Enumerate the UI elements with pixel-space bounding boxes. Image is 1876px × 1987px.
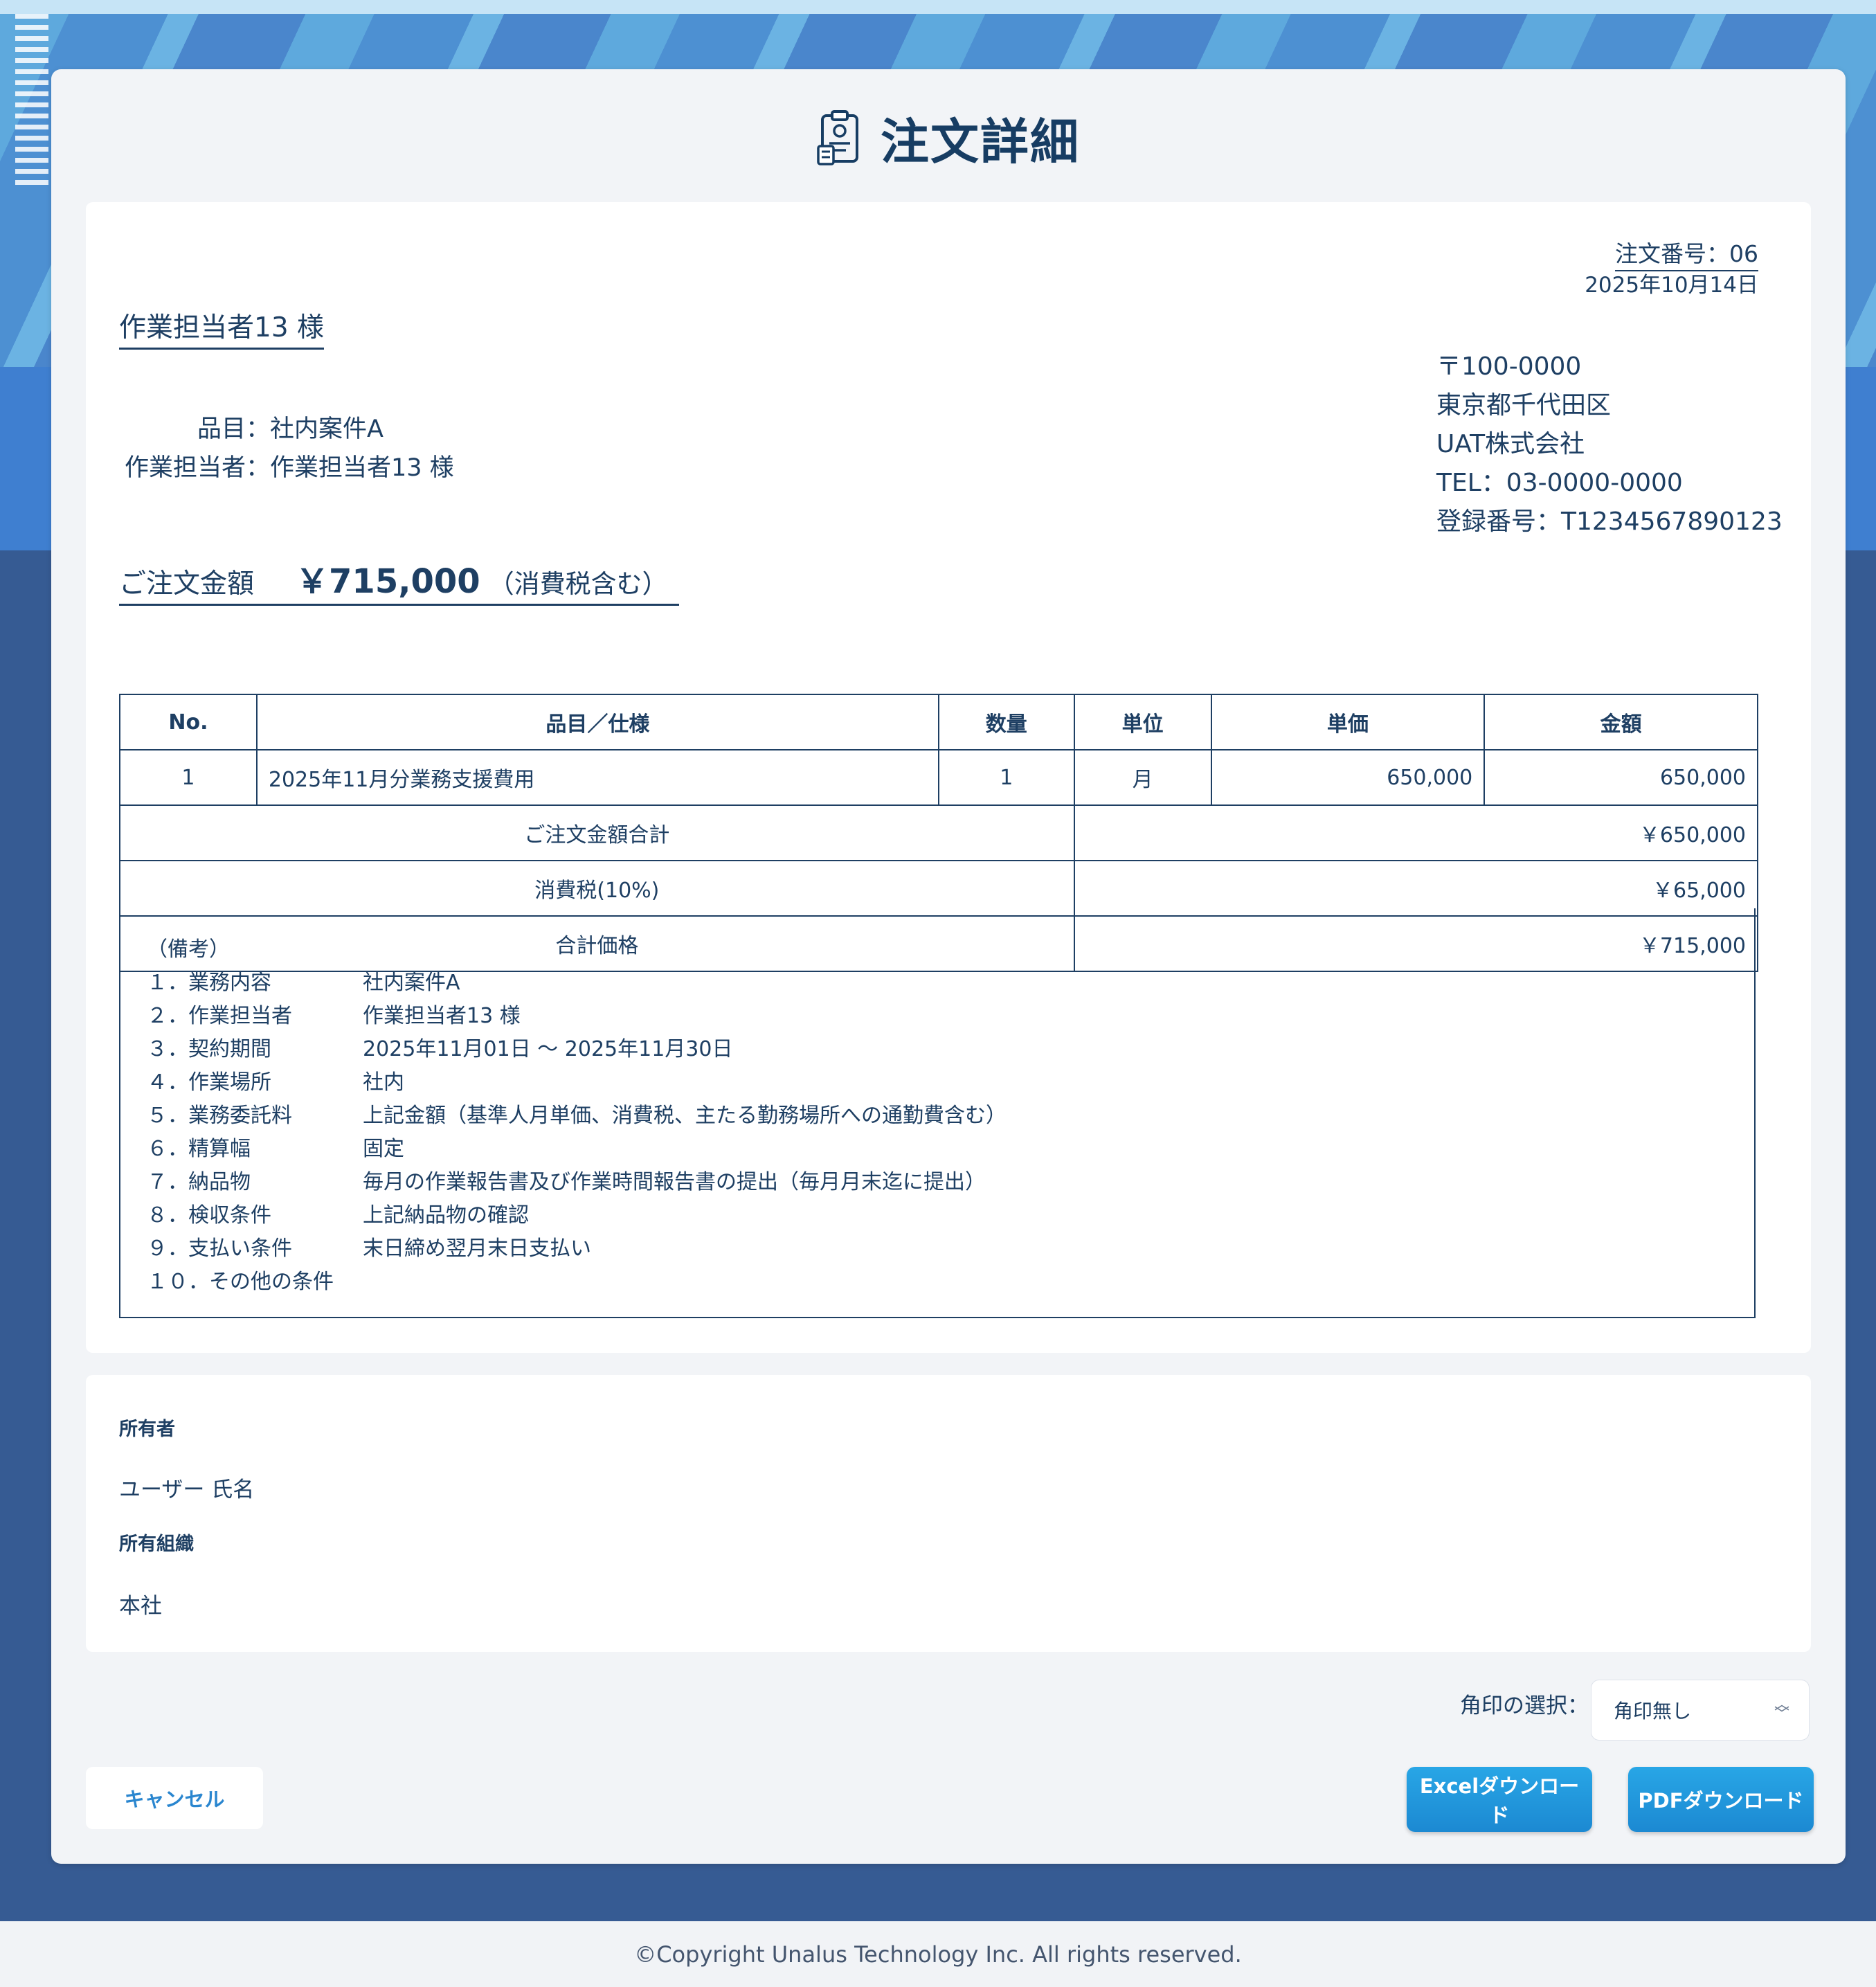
remark-key: ６．精算幅 — [147, 1137, 251, 1161]
remark-row: ７．納品物 毎月の作業報告書及び作業時間報告書の提出（毎月月末迄に提出） — [147, 1166, 1754, 1199]
order-detail-card: 注文詳細 注文番号：06 2025年10月14日 作業担当者13 様 品目： 社… — [51, 69, 1846, 1864]
sender-registration-number: 登録番号：T1234567890123 — [1436, 507, 1783, 536]
page-title: 注文詳細 — [881, 113, 1080, 170]
remark-key: ７．納品物 — [147, 1170, 251, 1194]
remarks-title: （備考） — [147, 937, 230, 962]
copyright-text: ©Copyright Unalus Technology Inc. All ri… — [634, 1941, 1242, 1968]
sender-address: 東京都千代田区 — [1436, 391, 1612, 420]
sender-tel: TEL：03-0000-0000 — [1436, 469, 1683, 497]
column-header-unit-price: 単価 — [1210, 694, 1486, 750]
column-header-item: 品目／仕様 — [255, 694, 939, 750]
remark-value: 固定 — [363, 1137, 404, 1161]
stamp-select-label: 角印の選択： — [1460, 1693, 1589, 1718]
remarks-box: （備考） １．業務内容 社内案件A ２．作業担当者 作業担当者13 様 ３．契約期間… — [119, 908, 1756, 1318]
worker-label: 作業担当者： — [124, 454, 270, 482]
cell-quantity: 1 — [937, 749, 1075, 806]
remark-value: 毎月の作業報告書及び作業時間報告書の提出（毎月月末迄に提出） — [363, 1170, 986, 1194]
remark-key: ３．契約期間 — [147, 1037, 271, 1061]
remark-key: １．業務内容 — [147, 971, 271, 995]
up-down-chevron-icon: ︿ ﹀ — [1774, 1696, 1789, 1723]
cell-amount: 650,000 — [1483, 749, 1758, 806]
cell-unit: 月 — [1073, 749, 1212, 806]
remark-row: ５．業務委託料 上記金額（基準人月単価、消費税、主たる勤務場所への通勤費含む） — [147, 1099, 1754, 1133]
remark-row: １０．その他の条件 — [147, 1266, 1754, 1299]
pdf-download-button[interactable]: PDFダウンロード — [1628, 1767, 1814, 1832]
cell-item: 2025年11月分業務支援費用 — [255, 749, 939, 806]
remark-value: 社内案件A — [363, 971, 460, 995]
cancel-button[interactable]: キャンセル — [86, 1767, 263, 1829]
tax-row: 消費税(10%) ￥65,000 — [119, 860, 1759, 917]
amount-value: ￥715,000 — [296, 562, 480, 601]
sender-company: UAT株式会社 — [1436, 430, 1585, 458]
amount-note: （消費税含む） — [488, 569, 668, 599]
remark-value: 2025年11月01日 ～ 2025年11月30日 — [363, 1037, 733, 1061]
remark-key: ４．作業場所 — [147, 1070, 271, 1095]
order-document: 注文番号：06 2025年10月14日 作業担当者13 様 品目： 社内案件A … — [86, 202, 1811, 1353]
subtotal-label: ご注文金額合計 — [119, 804, 1075, 861]
owner-panel: 所有者 ユーザー 氏名 所有組織 本社 — [86, 1375, 1811, 1652]
remark-row: ８．検収条件 上記納品物の確認 — [147, 1199, 1754, 1232]
remark-row: ３．契約期間 2025年11月01日 ～ 2025年11月30日 — [147, 1033, 1754, 1066]
remark-key: ５．業務委託料 — [147, 1104, 292, 1128]
owner-label: 所有者 — [119, 1419, 175, 1440]
order-meta: 品目： 社内案件A 作業担当者： 作業担当者13 様 — [119, 410, 454, 487]
order-amount: ご注文金額 ￥715,000 （消費税含む） — [119, 554, 679, 606]
remark-row: ９．支払い条件 末日締め翌月末日支払い — [147, 1232, 1754, 1266]
item-value: 社内案件A — [270, 415, 384, 443]
tax-label: 消費税(10%) — [119, 860, 1075, 917]
cell-no: 1 — [119, 749, 258, 806]
remark-value: 上記金額（基準人月単価、消費税、主たる勤務場所への通勤費含む） — [363, 1104, 1007, 1128]
footer: ©Copyright Unalus Technology Inc. All ri… — [0, 1921, 1876, 1987]
owner-value: ユーザー 氏名 — [119, 1477, 255, 1502]
remark-key: ２．作業担当者 — [147, 1004, 292, 1028]
sender-info: 〒100-0000 東京都千代田区 UAT株式会社 TEL：03-0000-00… — [1436, 348, 1783, 541]
remark-value: 作業担当者13 様 — [363, 1004, 521, 1028]
table-header-row: No. 品目／仕様 数量 単位 単価 金額 — [119, 694, 1758, 750]
stamp-selected-value: 角印無し — [1614, 1700, 1692, 1723]
remark-value: 末日締め翌月末日支払い — [363, 1237, 591, 1261]
remark-key: ９．支払い条件 — [147, 1237, 292, 1261]
organization-label: 所有組織 — [119, 1534, 194, 1555]
remark-value: 社内 — [363, 1070, 404, 1095]
item-label: 品目： — [197, 415, 270, 443]
order-date: 2025年10月14日 — [1585, 273, 1758, 298]
organization-value: 本社 — [119, 1594, 162, 1619]
recipient-name: 作業担当者13 様 — [119, 306, 325, 350]
remark-key: ８．検収条件 — [147, 1203, 271, 1228]
tax-value: ￥65,000 — [1073, 860, 1759, 917]
decorative-lines — [15, 14, 48, 191]
worker-value: 作業担当者13 様 — [270, 454, 454, 482]
page-header: 注文詳細 — [51, 100, 1846, 176]
sender-postal: 〒100-0000 — [1436, 352, 1582, 381]
remark-row: ２．作業担当者 作業担当者13 様 — [147, 1000, 1754, 1033]
order-number: 注文番号：06 — [1615, 235, 1758, 271]
remark-key: １０．その他の条件 — [147, 1270, 334, 1294]
remark-row: ６．精算幅 固定 — [147, 1133, 1754, 1166]
subtotal-row: ご注文金額合計 ￥650,000 — [119, 804, 1759, 861]
column-header-unit: 単位 — [1073, 694, 1212, 750]
remark-value: 上記納品物の確認 — [363, 1203, 529, 1228]
stamp-select[interactable]: 角印無し ︿ ﹀ — [1591, 1680, 1810, 1741]
column-header-quantity: 数量 — [937, 694, 1075, 750]
amount-label: ご注文金額 — [119, 568, 255, 600]
cell-unit-price: 650,000 — [1210, 749, 1486, 806]
excel-download-button[interactable]: Excelダウンロード — [1407, 1767, 1592, 1832]
remark-row: １．業務内容 社内案件A — [147, 966, 1754, 1000]
table-row: 1 2025年11月分業務支援費用 1 月 650,000 650,000 — [119, 749, 1758, 806]
column-header-no: No. — [119, 694, 258, 750]
remark-row: ４．作業場所 社内 — [147, 1066, 1754, 1099]
clipboard-document-icon — [817, 110, 863, 165]
column-header-amount: 金額 — [1483, 694, 1758, 750]
subtotal-value: ￥650,000 — [1073, 804, 1759, 861]
